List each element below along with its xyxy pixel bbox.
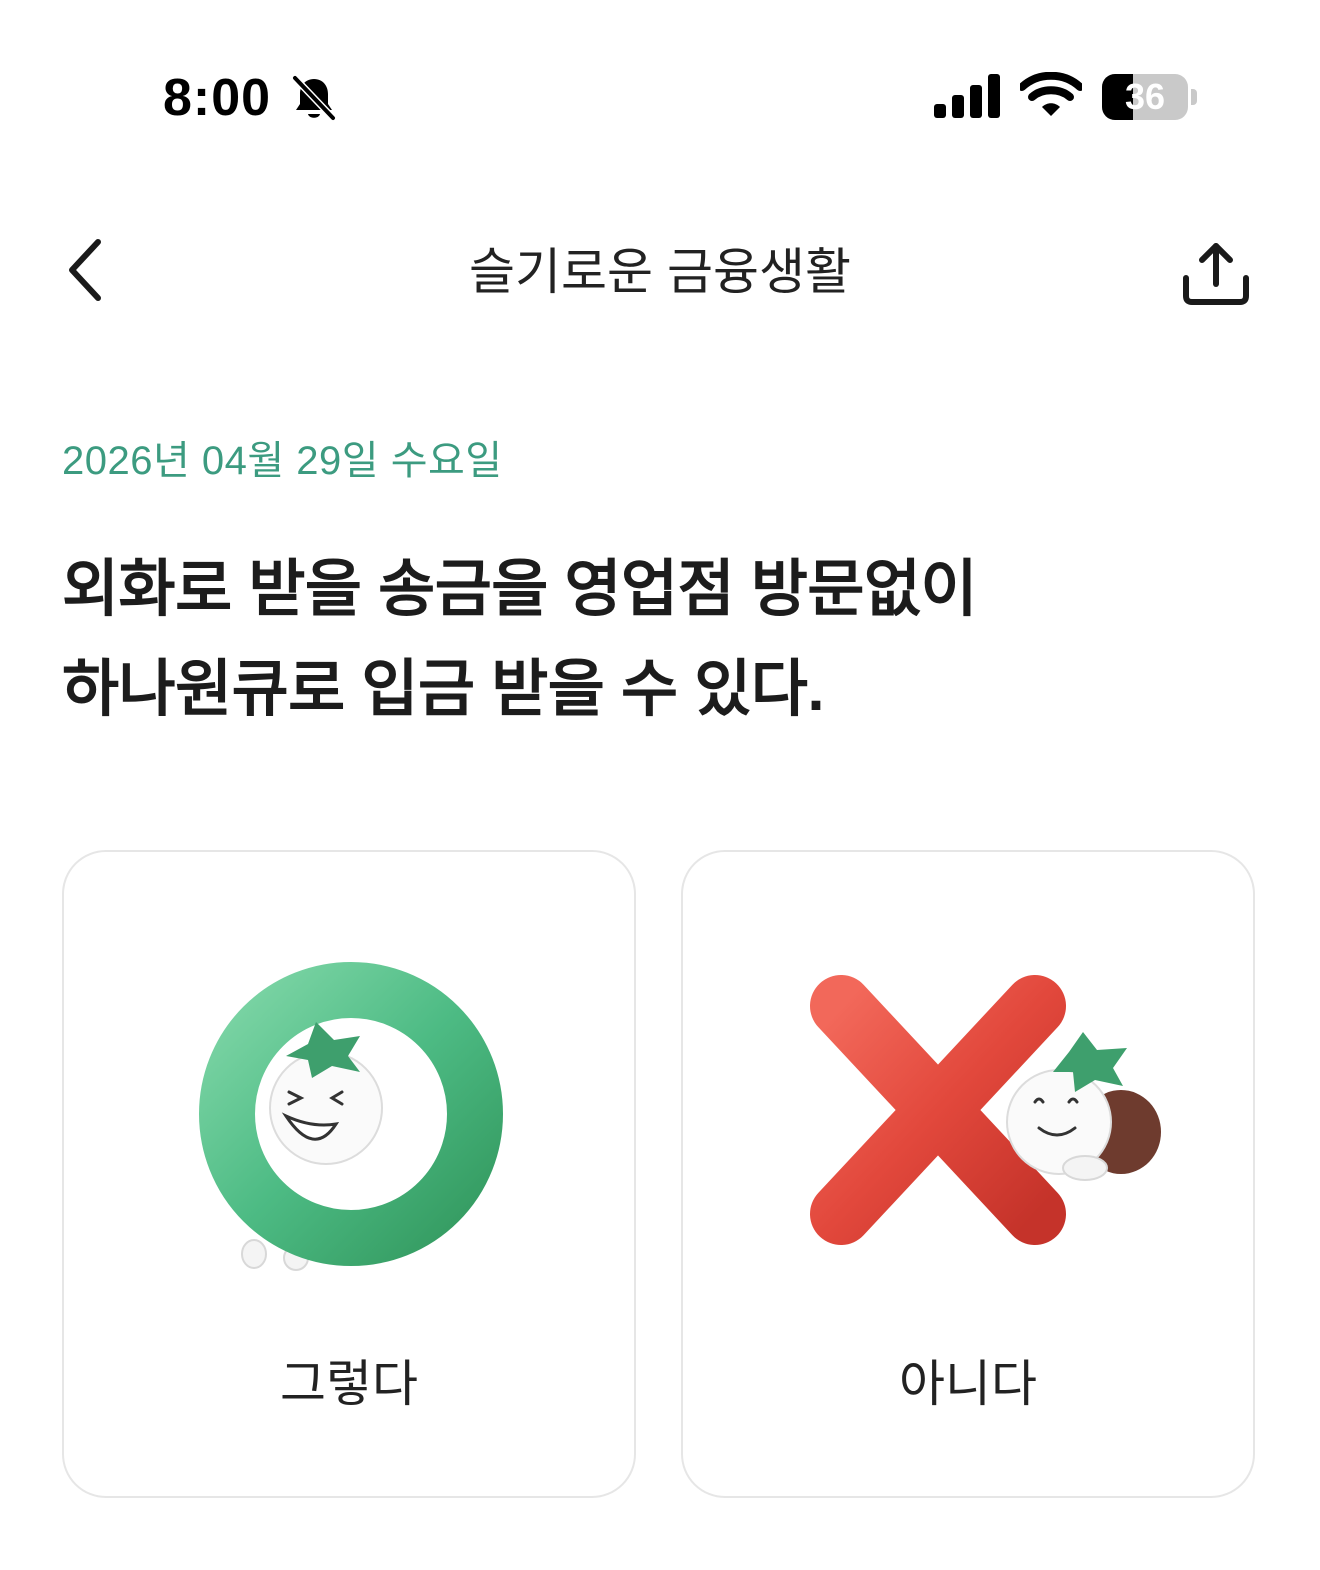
chevron-left-icon <box>69 239 101 301</box>
status-bar: 8:00 36 <box>0 0 1320 190</box>
share-button[interactable] <box>1176 234 1256 314</box>
o-mark-icon <box>199 962 503 1271</box>
x-mark-icon <box>810 975 1161 1245</box>
signal-icon <box>934 74 1000 118</box>
share-icon <box>1183 243 1249 305</box>
battery-icon: 36 <box>1102 74 1198 120</box>
answer-yes-label: 그렇다 <box>280 1356 418 1412</box>
wifi-icon <box>1020 72 1082 116</box>
answer-no-button[interactable]: 아니다 <box>681 850 1255 1498</box>
quiz-date: 2026년 04월 29일 수요일 <box>62 439 503 483</box>
status-time: 8:00 <box>163 69 272 127</box>
answer-yes-button[interactable]: 그렇다 <box>62 850 636 1498</box>
bell-muted-icon <box>291 74 337 122</box>
question-line-1: 외화로 받을 송금을 영업점 방문없이 <box>62 555 978 624</box>
page-title: 슬기로운 금융생활 <box>469 244 851 300</box>
quiz-question: 외화로 받을 송금을 영업점 방문없이 하나원큐로 입금 받을 수 있다. <box>62 540 1262 740</box>
back-button[interactable] <box>54 230 124 310</box>
question-line-2: 하나원큐로 입금 받을 수 있다. <box>62 655 825 724</box>
answer-no-label: 아니다 <box>899 1356 1037 1412</box>
nav-bar: 슬기로운 금융생활 <box>0 200 1320 350</box>
battery-level: 36 <box>1124 76 1166 117</box>
